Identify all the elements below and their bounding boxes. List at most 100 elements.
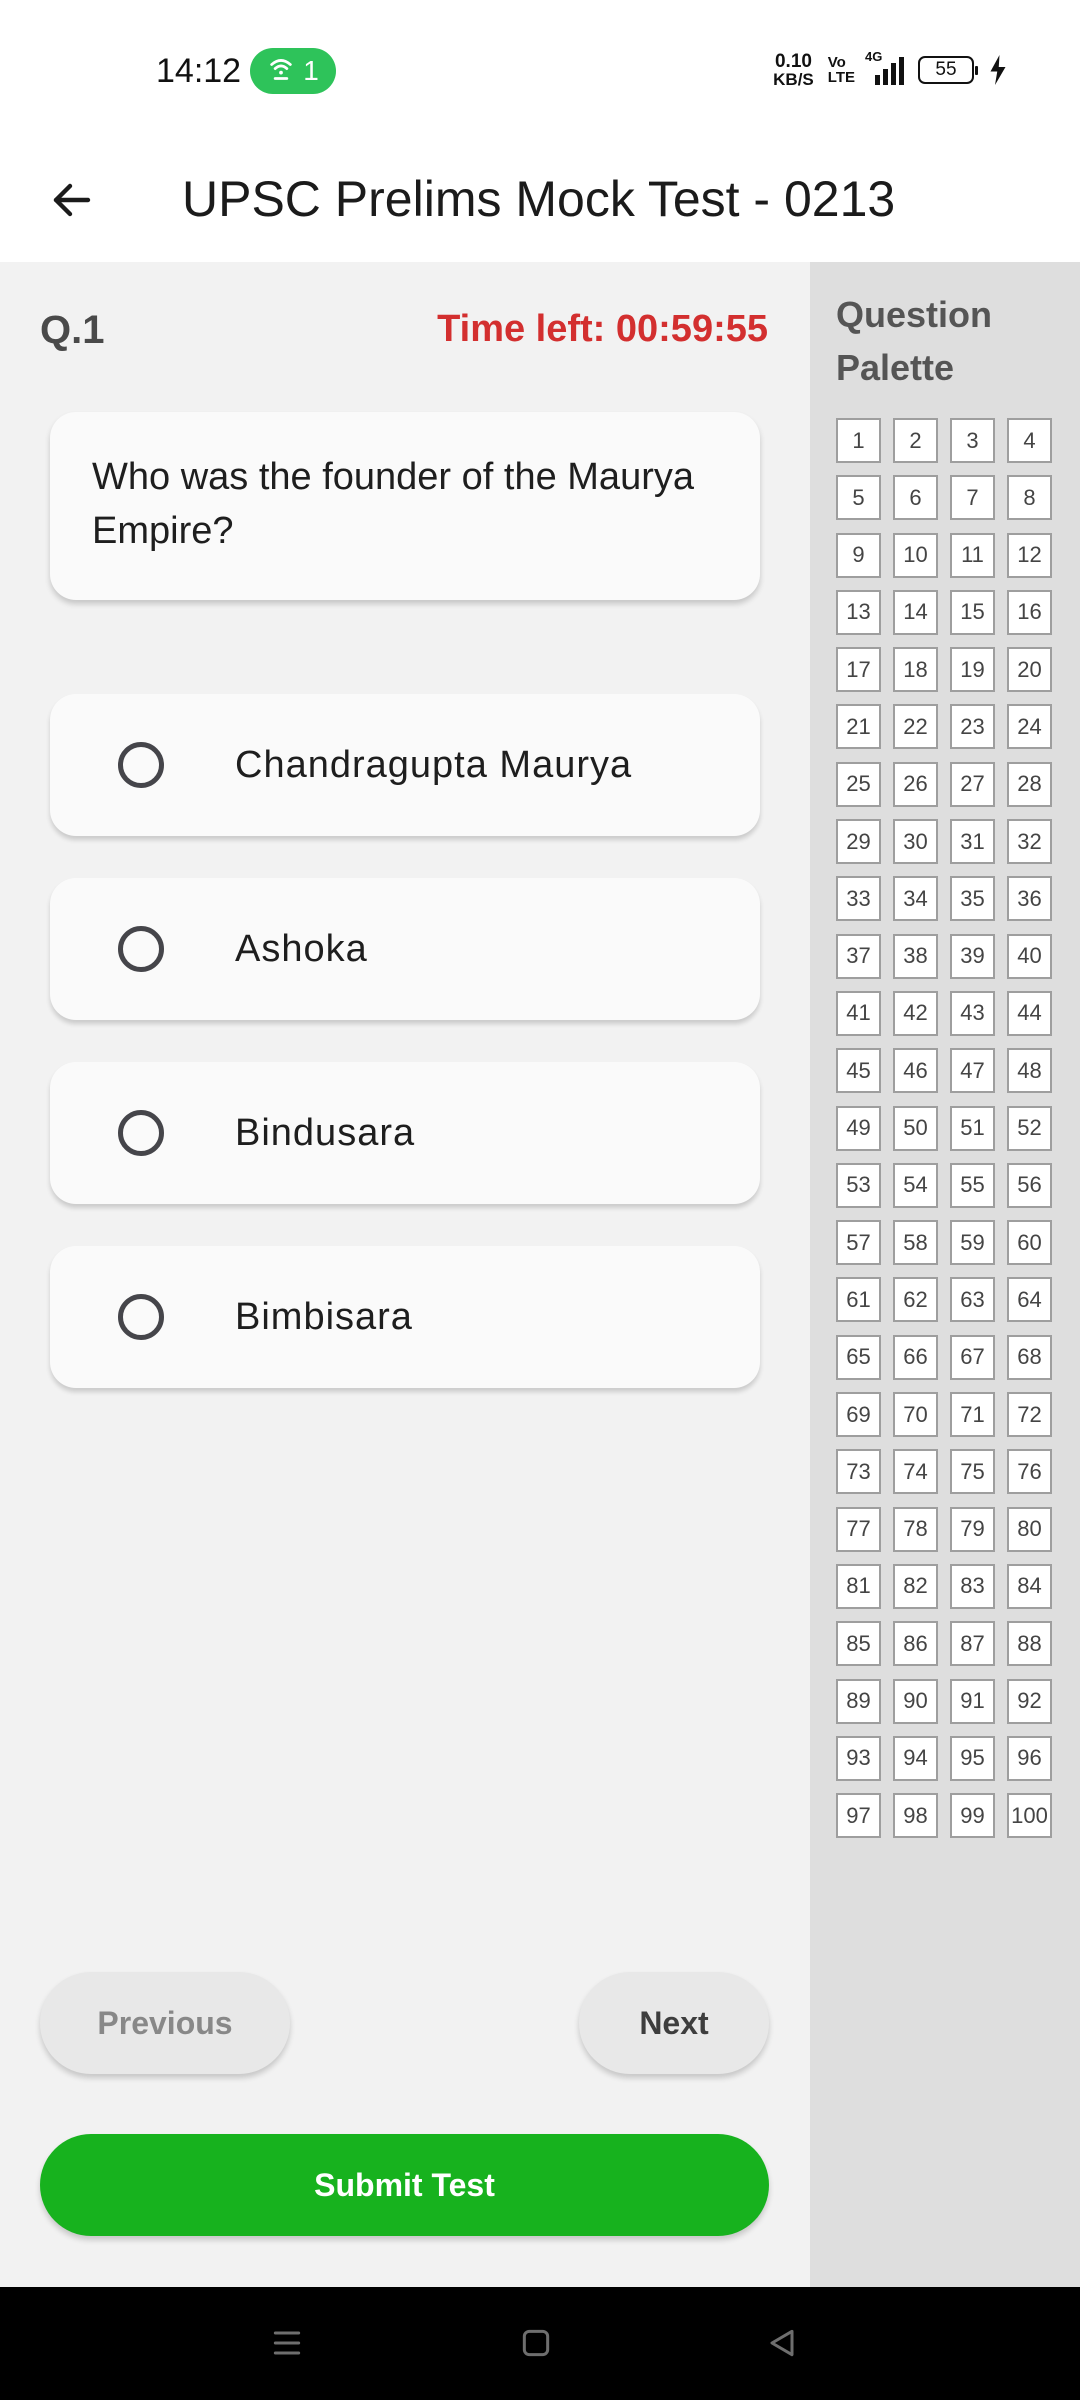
palette-question-44[interactable]: 44 [1007,990,1052,1036]
palette-question-31[interactable]: 31 [950,819,995,865]
palette-question-12[interactable]: 12 [1007,532,1052,578]
palette-question-6[interactable]: 6 [893,475,938,521]
palette-question-26[interactable]: 26 [893,761,938,807]
palette-question-17[interactable]: 17 [836,647,881,693]
palette-question-47[interactable]: 47 [950,1048,995,1094]
palette-question-85[interactable]: 85 [836,1621,881,1667]
palette-question-35[interactable]: 35 [950,876,995,922]
palette-question-3[interactable]: 3 [950,418,995,463]
palette-question-13[interactable]: 13 [836,589,881,635]
palette-question-84[interactable]: 84 [1007,1563,1052,1609]
palette-question-55[interactable]: 55 [950,1162,995,1208]
palette-question-100[interactable]: 100 [1007,1793,1052,1839]
palette-question-52[interactable]: 52 [1007,1105,1052,1151]
palette-question-14[interactable]: 14 [893,589,938,635]
palette-question-64[interactable]: 64 [1007,1277,1052,1323]
palette-question-15[interactable]: 15 [950,589,995,635]
palette-question-1[interactable]: 1 [836,418,881,463]
palette-question-25[interactable]: 25 [836,761,881,807]
palette-question-71[interactable]: 71 [950,1392,995,1438]
palette-question-4[interactable]: 4 [1007,418,1052,463]
radio-unchecked-icon[interactable] [118,742,164,788]
palette-question-83[interactable]: 83 [950,1563,995,1609]
palette-question-37[interactable]: 37 [836,933,881,979]
palette-question-11[interactable]: 11 [950,532,995,578]
palette-question-46[interactable]: 46 [893,1048,938,1094]
palette-question-60[interactable]: 60 [1007,1220,1052,1266]
palette-question-76[interactable]: 76 [1007,1449,1052,1495]
palette-question-29[interactable]: 29 [836,819,881,865]
hotspot-indicator[interactable]: 1 [250,48,336,94]
palette-question-87[interactable]: 87 [950,1621,995,1667]
palette-question-94[interactable]: 94 [893,1735,938,1781]
palette-question-10[interactable]: 10 [893,532,938,578]
palette-question-21[interactable]: 21 [836,704,881,750]
previous-button[interactable]: Previous [40,1972,290,2074]
palette-question-33[interactable]: 33 [836,876,881,922]
palette-question-70[interactable]: 70 [893,1392,938,1438]
palette-question-41[interactable]: 41 [836,990,881,1036]
palette-question-19[interactable]: 19 [950,647,995,693]
palette-question-56[interactable]: 56 [1007,1162,1052,1208]
palette-question-43[interactable]: 43 [950,990,995,1036]
palette-question-58[interactable]: 58 [893,1220,938,1266]
palette-question-40[interactable]: 40 [1007,933,1052,979]
option-3[interactable]: Bindusara [50,1062,760,1204]
palette-question-78[interactable]: 78 [893,1506,938,1552]
option-4[interactable]: Bimbisara [50,1246,760,1388]
palette-question-23[interactable]: 23 [950,704,995,750]
palette-question-98[interactable]: 98 [893,1793,938,1839]
palette-question-61[interactable]: 61 [836,1277,881,1323]
palette-question-74[interactable]: 74 [893,1449,938,1495]
palette-question-50[interactable]: 50 [893,1105,938,1151]
palette-question-48[interactable]: 48 [1007,1048,1052,1094]
submit-test-button[interactable]: Submit Test [40,2134,769,2236]
palette-question-92[interactable]: 92 [1007,1678,1052,1724]
palette-question-39[interactable]: 39 [950,933,995,979]
palette-question-96[interactable]: 96 [1007,1735,1052,1781]
palette-question-42[interactable]: 42 [893,990,938,1036]
palette-question-67[interactable]: 67 [950,1334,995,1380]
palette-question-54[interactable]: 54 [893,1162,938,1208]
palette-question-69[interactable]: 69 [836,1392,881,1438]
palette-question-82[interactable]: 82 [893,1563,938,1609]
palette-question-66[interactable]: 66 [893,1334,938,1380]
palette-question-57[interactable]: 57 [836,1220,881,1266]
palette-question-88[interactable]: 88 [1007,1621,1052,1667]
palette-question-86[interactable]: 86 [893,1621,938,1667]
option-1[interactable]: Chandragupta Maurya [50,694,760,836]
back-button[interactable] [40,170,104,234]
system-back-button[interactable] [752,2317,812,2373]
palette-question-91[interactable]: 91 [950,1678,995,1724]
palette-question-62[interactable]: 62 [893,1277,938,1323]
palette-question-65[interactable]: 65 [836,1334,881,1380]
palette-question-79[interactable]: 79 [950,1506,995,1552]
menu-button[interactable] [257,2317,317,2373]
palette-question-53[interactable]: 53 [836,1162,881,1208]
option-2[interactable]: Ashoka [50,878,760,1020]
palette-question-51[interactable]: 51 [950,1105,995,1151]
palette-question-32[interactable]: 32 [1007,819,1052,865]
radio-unchecked-icon[interactable] [118,1110,164,1156]
radio-unchecked-icon[interactable] [118,926,164,972]
palette-question-22[interactable]: 22 [893,704,938,750]
palette-question-2[interactable]: 2 [893,418,938,463]
palette-question-95[interactable]: 95 [950,1735,995,1781]
palette-question-93[interactable]: 93 [836,1735,881,1781]
palette-question-8[interactable]: 8 [1007,475,1052,521]
home-button[interactable] [506,2317,566,2373]
radio-unchecked-icon[interactable] [118,1294,164,1340]
palette-question-28[interactable]: 28 [1007,761,1052,807]
palette-question-72[interactable]: 72 [1007,1392,1052,1438]
palette-question-5[interactable]: 5 [836,475,881,521]
palette-question-89[interactable]: 89 [836,1678,881,1724]
palette-question-97[interactable]: 97 [836,1793,881,1839]
palette-question-38[interactable]: 38 [893,933,938,979]
palette-question-16[interactable]: 16 [1007,589,1052,635]
palette-question-68[interactable]: 68 [1007,1334,1052,1380]
palette-question-77[interactable]: 77 [836,1506,881,1552]
palette-question-81[interactable]: 81 [836,1563,881,1609]
palette-question-99[interactable]: 99 [950,1793,995,1839]
palette-question-34[interactable]: 34 [893,876,938,922]
palette-question-9[interactable]: 9 [836,532,881,578]
